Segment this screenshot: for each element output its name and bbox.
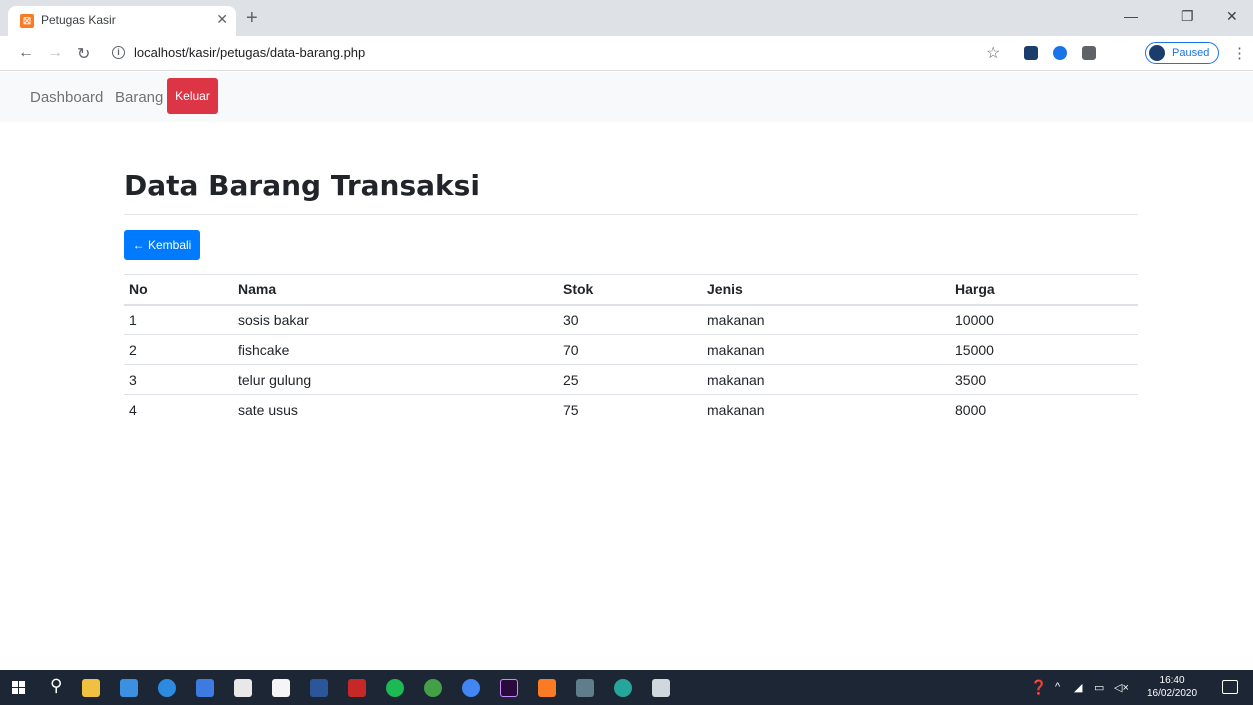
minimize-icon[interactable]: — bbox=[1124, 8, 1138, 24]
file-explorer-icon[interactable] bbox=[82, 679, 100, 697]
header-no: No bbox=[124, 274, 233, 306]
xampp-icon[interactable] bbox=[538, 679, 556, 697]
notification-icon[interactable] bbox=[1222, 680, 1238, 694]
cell-jenis: makanan bbox=[702, 304, 950, 335]
table-row: 2 fishcake 70 makanan 15000 bbox=[124, 334, 1138, 365]
cell-jenis: makanan bbox=[702, 364, 950, 395]
menu-icon[interactable]: ⋮ bbox=[1232, 44, 1247, 62]
info-icon[interactable]: i bbox=[112, 46, 125, 59]
cell-harga: 8000 bbox=[950, 394, 1138, 425]
table-row: 1 sosis bakar 30 makanan 10000 bbox=[124, 304, 1138, 335]
app-icon[interactable] bbox=[348, 679, 366, 697]
edge-icon[interactable] bbox=[158, 679, 176, 697]
new-tab-icon[interactable]: + bbox=[246, 8, 258, 28]
bookmark-star-icon[interactable]: ☆ bbox=[986, 43, 1000, 63]
spotify-icon[interactable] bbox=[386, 679, 404, 697]
close-icon[interactable]: ✕ bbox=[216, 11, 228, 28]
store-icon[interactable] bbox=[272, 679, 290, 697]
xampp-icon: ☒ bbox=[20, 14, 34, 28]
search-icon[interactable]: ⚲ bbox=[50, 676, 62, 696]
cell-no: 3 bbox=[124, 364, 233, 395]
cell-nama: sosis bakar bbox=[233, 304, 558, 335]
wifi-icon[interactable]: ◢ bbox=[1074, 681, 1082, 694]
mail-icon[interactable] bbox=[234, 679, 252, 697]
profile-button[interactable]: Paused bbox=[1145, 42, 1219, 64]
site-navbar: Dashboard Barang Keluar bbox=[0, 72, 1253, 122]
cell-nama: telur gulung bbox=[233, 364, 558, 395]
back-button[interactable]: ← Kembali bbox=[124, 230, 200, 260]
extension-icon[interactable] bbox=[1024, 46, 1038, 60]
page-title: Data Barang Transaksi bbox=[124, 169, 480, 202]
vscode-icon[interactable] bbox=[196, 679, 214, 697]
chrome-icon[interactable] bbox=[462, 679, 480, 697]
header-harga: Harga bbox=[950, 274, 1138, 306]
cell-no: 4 bbox=[124, 394, 233, 425]
browser-toolbar: ← → ↻ i localhost/kasir/petugas/data-bar… bbox=[0, 36, 1253, 71]
header-jenis: Jenis bbox=[702, 274, 950, 306]
cell-jenis: makanan bbox=[702, 334, 950, 365]
profile-status: Paused bbox=[1172, 47, 1210, 59]
help-icon[interactable]: ❓ bbox=[1030, 679, 1047, 696]
cell-stok: 25 bbox=[558, 364, 702, 395]
nav-dashboard[interactable]: Dashboard bbox=[30, 89, 103, 106]
table-row: 3 telur gulung 25 makanan 3500 bbox=[124, 364, 1138, 395]
premiere-icon[interactable] bbox=[500, 679, 518, 697]
cell-stok: 30 bbox=[558, 304, 702, 335]
cell-stok: 75 bbox=[558, 394, 702, 425]
nav-barang[interactable]: Barang bbox=[115, 89, 163, 106]
cell-no: 1 bbox=[124, 304, 233, 335]
header-nama: Nama bbox=[233, 274, 558, 306]
back-arrow-icon[interactable]: ← bbox=[18, 44, 34, 62]
avatar bbox=[1149, 45, 1165, 61]
reload-icon[interactable]: ↻ bbox=[77, 44, 90, 64]
battery-icon[interactable]: ▭ bbox=[1094, 681, 1104, 694]
word-icon[interactable] bbox=[310, 679, 328, 697]
photos-icon[interactable] bbox=[652, 679, 670, 697]
table-row: 4 sate usus 75 makanan 8000 bbox=[124, 394, 1138, 425]
cell-jenis: makanan bbox=[702, 394, 950, 425]
cell-no: 2 bbox=[124, 334, 233, 365]
extension-icon[interactable] bbox=[1053, 46, 1067, 60]
clock-time: 16:40 bbox=[1159, 675, 1185, 686]
cell-nama: sate usus bbox=[233, 394, 558, 425]
header-stok: Stok bbox=[558, 274, 702, 306]
address-bar[interactable]: localhost/kasir/petugas/data-barang.php bbox=[134, 45, 365, 60]
forward-arrow-icon[interactable]: → bbox=[47, 44, 63, 62]
chrome-active-icon[interactable] bbox=[614, 679, 632, 697]
cell-harga: 10000 bbox=[950, 304, 1138, 335]
tab-title: Petugas Kasir bbox=[41, 13, 116, 27]
table-header-row: No Nama Stok Jenis Harga bbox=[124, 274, 1138, 306]
cell-nama: fishcake bbox=[233, 334, 558, 365]
cell-harga: 3500 bbox=[950, 364, 1138, 395]
dropbox-icon[interactable] bbox=[120, 679, 138, 697]
virtualbox-icon[interactable] bbox=[576, 679, 594, 697]
cell-harga: 15000 bbox=[950, 334, 1138, 365]
logout-button[interactable]: Keluar bbox=[167, 78, 218, 114]
clock-date: 16/02/2020 bbox=[1147, 688, 1198, 699]
media-player-icon[interactable] bbox=[424, 679, 442, 697]
browser-tabstrip: ☒ Petugas Kasir ✕ + — ❐ ✕ bbox=[0, 0, 1253, 36]
taskbar: ⚲ ❓ ^ ◢ ▭ ◁× 16:40 16/02/2020 bbox=[0, 670, 1253, 705]
restore-icon[interactable]: ❐ bbox=[1181, 8, 1194, 25]
extension-icon[interactable] bbox=[1082, 46, 1096, 60]
volume-icon[interactable]: ◁× bbox=[1114, 681, 1129, 694]
browser-tab[interactable]: ☒ Petugas Kasir ✕ bbox=[8, 6, 236, 36]
divider bbox=[124, 214, 1138, 215]
cell-stok: 70 bbox=[558, 334, 702, 365]
system-clock[interactable]: 16:40 16/02/2020 bbox=[1147, 674, 1197, 700]
windows-start-icon[interactable] bbox=[12, 681, 26, 695]
data-table: No Nama Stok Jenis Harga 1 sosis bakar 3… bbox=[124, 274, 1138, 425]
window-close-icon[interactable]: ✕ bbox=[1226, 8, 1238, 25]
chevron-up-icon[interactable]: ^ bbox=[1055, 681, 1060, 693]
